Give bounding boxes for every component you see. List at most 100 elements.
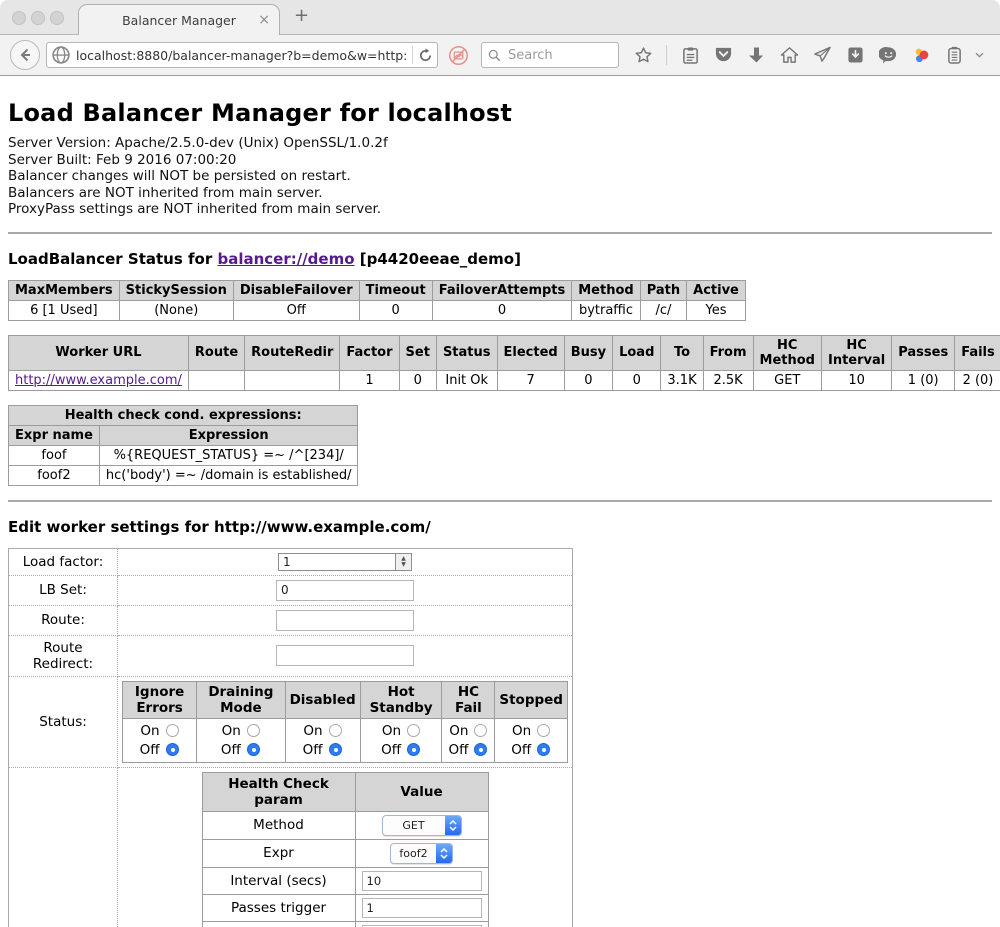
- form-row: Status: Ignore Errors Draining Mode Disa…: [9, 676, 573, 767]
- off-label: Off: [448, 742, 468, 758]
- page-title: Load Balancer Manager for localhost: [8, 99, 992, 127]
- hc-fails-label: Fails trigger): [202, 921, 355, 927]
- table-cell: 0: [359, 300, 432, 320]
- radio-on-unselected[interactable]: [537, 724, 550, 737]
- hc-method-value: GET: [383, 816, 445, 835]
- hc-passes-input[interactable]: [362, 898, 482, 918]
- radio-off-selected[interactable]: [407, 743, 420, 756]
- url-bar[interactable]: localhost:8880/balancer-manager?b=demo&w…: [46, 42, 438, 68]
- route-redirect-label: Route Redirect:: [9, 635, 118, 676]
- table-header-cell: RouteRedir: [245, 335, 340, 370]
- browser-window: Balancer Manager × + localhost:8880/bala…: [0, 0, 1000, 927]
- radio-off-selected[interactable]: [537, 743, 550, 756]
- radio-on-unselected[interactable]: [407, 724, 420, 737]
- bookmark-star-icon[interactable]: [633, 45, 653, 65]
- site-identity-globe-icon[interactable]: [51, 45, 71, 65]
- balancer-demo-link[interactable]: balancer://demo: [217, 250, 354, 268]
- search-input[interactable]: [506, 47, 612, 64]
- worker-url-cell: http://www.example.com/: [9, 370, 189, 390]
- lb-set-input[interactable]: [276, 580, 414, 601]
- off-label: Off: [511, 742, 531, 758]
- route-input[interactable]: [276, 610, 414, 631]
- table-cell: bytraffic: [572, 300, 640, 320]
- radio-off-selected[interactable]: [329, 743, 342, 756]
- back-button[interactable]: [10, 40, 40, 70]
- table-header-cell: Worker URL: [9, 335, 189, 370]
- status-option-draining-mode: On Off: [197, 718, 285, 762]
- table-cell: [188, 370, 244, 390]
- divider: [8, 232, 992, 234]
- feedback-smiley-icon[interactable]: [878, 45, 898, 65]
- chevron-down-icon[interactable]: [969, 45, 989, 65]
- table-header-cell: Method: [572, 280, 640, 300]
- hc-expr-value: foof2: [391, 844, 435, 863]
- colored-dots-extension-icon[interactable]: [911, 45, 931, 65]
- health-check-expressions-table: Health check cond. expressions: Expr nam…: [8, 405, 358, 486]
- table-header-cell: Value: [355, 772, 488, 811]
- select-arrows-icon: [445, 816, 461, 835]
- hc-interval-input[interactable]: [362, 871, 482, 891]
- radio-on-unselected[interactable]: [247, 724, 260, 737]
- table-header-cell: DisableFailover: [233, 280, 359, 300]
- lb-set-label: LB Set:: [9, 575, 118, 605]
- url-input[interactable]: localhost:8880/balancer-manager?b=demo&w…: [76, 48, 407, 63]
- downloads-icon[interactable]: [746, 45, 766, 65]
- edit-worker-heading: Edit worker settings for http://www.exam…: [8, 518, 992, 536]
- tab-balancer-manager[interactable]: Balancer Manager ×: [78, 4, 280, 36]
- tab-title: Balancer Manager: [122, 13, 236, 28]
- table-cell: Init Ok: [436, 370, 497, 390]
- route-redirect-input[interactable]: [276, 645, 414, 666]
- radio-on-unselected[interactable]: [329, 724, 342, 737]
- radio-off-selected[interactable]: [247, 743, 260, 756]
- hc-expr-select[interactable]: foof2: [390, 843, 452, 864]
- table-cell: 0: [613, 370, 661, 390]
- send-tab-icon[interactable]: [812, 45, 832, 65]
- form-row: Passes trigger: [202, 894, 488, 921]
- radio-on-unselected[interactable]: [474, 724, 487, 737]
- reload-icon[interactable]: [418, 48, 433, 63]
- table-header-cell: To: [661, 335, 703, 370]
- new-tab-button[interactable]: +: [294, 5, 309, 26]
- save-to-device-icon[interactable]: [845, 45, 865, 65]
- load-factor-field[interactable]: ▲▼: [278, 553, 412, 571]
- tab-close-icon[interactable]: ×: [258, 11, 270, 29]
- pocket-icon[interactable]: [713, 45, 733, 65]
- table-cell: 10: [821, 370, 891, 390]
- off-label: Off: [221, 742, 241, 758]
- reading-list-icon[interactable]: [680, 45, 700, 65]
- table-header-cell: StickySession: [119, 280, 233, 300]
- table-header-cell: Status: [436, 335, 497, 370]
- status-option-stopped: On Off: [495, 718, 568, 762]
- worker-url-link[interactable]: http://www.example.com/: [15, 373, 182, 388]
- search-bar[interactable]: [481, 42, 619, 68]
- number-stepper-icon[interactable]: ▲▼: [395, 554, 411, 570]
- health-check-param-table: Health Check param Value Method GET: [202, 772, 489, 927]
- on-label: On: [140, 723, 160, 739]
- on-label: On: [448, 723, 468, 739]
- home-icon[interactable]: [779, 45, 799, 65]
- table-row: foof %{REQUEST_STATUS} =~ /^[234]/: [9, 445, 358, 465]
- window-zoom-button[interactable]: [50, 11, 64, 25]
- select-arrows-icon: [436, 844, 452, 863]
- divider: [8, 500, 992, 502]
- images-blocked-icon[interactable]: [448, 45, 469, 66]
- table-header-cell: Fails: [955, 335, 1000, 370]
- load-factor-input[interactable]: [279, 554, 395, 570]
- radio-off-selected[interactable]: [474, 743, 487, 756]
- hc-method-select[interactable]: GET: [382, 815, 462, 836]
- status-column-header: Stopped: [495, 681, 568, 718]
- table-cell: 1 (0): [892, 370, 955, 390]
- table-cell: Yes: [687, 300, 746, 320]
- radio-off-selected[interactable]: [166, 743, 179, 756]
- table-cell: 2.5K: [703, 370, 753, 390]
- radio-on-unselected[interactable]: [166, 724, 179, 737]
- container-icon[interactable]: [944, 45, 964, 65]
- off-label: Off: [381, 742, 401, 758]
- window-close-button[interactable]: [12, 11, 26, 25]
- window-minimize-button[interactable]: [31, 11, 45, 25]
- status-option-ignore-errors: On Off: [123, 718, 197, 762]
- lb-status-heading: LoadBalancer Status for balancer://demo …: [8, 250, 992, 268]
- form-row: Interval (secs): [202, 867, 488, 894]
- table-header-cell: MaxMembers: [9, 280, 120, 300]
- server-info-line: Server Version: Apache/2.5.0-dev (Unix) …: [8, 135, 992, 152]
